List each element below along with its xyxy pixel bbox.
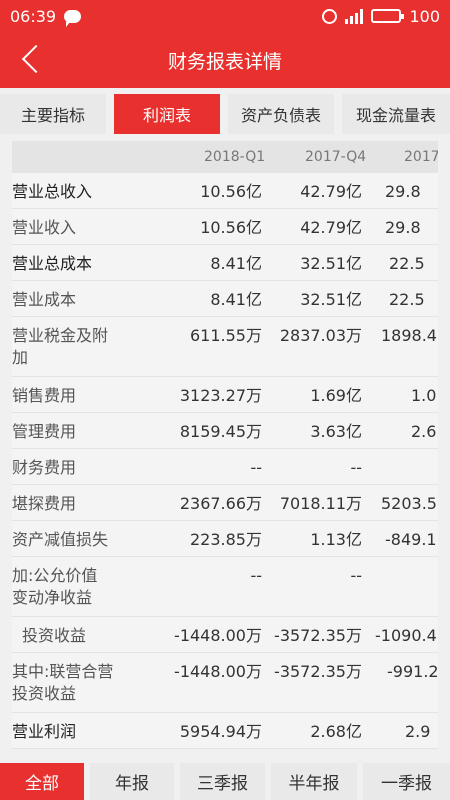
cell-value: 5954.94万	[179, 722, 262, 741]
row-label: 营业总收入	[12, 182, 93, 201]
filter-half-year[interactable]: 半年报	[271, 763, 357, 800]
page-title: 财务报表详情	[167, 50, 282, 73]
cell-value: -1448.00万	[174, 662, 262, 681]
cell-value: --	[350, 566, 362, 585]
tab-income-statement[interactable]: 利润表	[114, 94, 221, 134]
cell-value: -1448.00万	[174, 626, 262, 645]
cell-value: 42.79亿	[300, 218, 362, 237]
cell-value: 10.56亿	[200, 218, 262, 237]
cell-value: 1898.4	[381, 326, 437, 345]
cell-value: --	[350, 458, 362, 477]
status-right: 100	[322, 7, 440, 26]
table-row: 销售费用 3123.27万 1.69亿 1.0	[12, 377, 438, 413]
table-row: 营业收入 10.56亿 42.79亿 29.8	[12, 209, 438, 245]
cell-value: -849.1	[385, 530, 437, 549]
report-tabs: 主要指标 利润表 资产负债表 现金流量表	[0, 94, 450, 134]
tab-balance-sheet[interactable]: 资产负债表	[228, 94, 335, 134]
battery-icon	[371, 9, 405, 23]
status-bar: 06:39 100	[0, 0, 450, 32]
row-label: 其中:联营合营投资收益	[12, 662, 114, 703]
cell-value: -3572.35万	[274, 626, 362, 645]
cell-value: --	[250, 458, 262, 477]
cell-value: 223.85万	[190, 530, 262, 549]
row-label: 营业总成本	[12, 254, 93, 273]
filter-q3[interactable]: 三季报	[180, 763, 265, 800]
cell-value: 8.41亿	[210, 290, 262, 309]
filter-q1[interactable]: 一季报	[363, 763, 450, 800]
cell-value: 22.5	[389, 290, 425, 309]
cell-value: 2837.03万	[279, 326, 362, 345]
cell-value: 2.6	[411, 422, 437, 441]
row-label: 加:公允价值变动净收益	[12, 566, 98, 607]
table-row: 资产减值损失 223.85万 1.13亿 -849.1	[12, 521, 438, 557]
cell-value: -1090.4	[375, 626, 437, 645]
signal-icon	[345, 8, 364, 24]
app-bar: 财务报表详情	[0, 32, 450, 88]
filter-annual[interactable]: 年报	[90, 763, 174, 800]
cell-value: 1.0	[411, 386, 437, 405]
table-row: 营业总收入 10.56亿 42.79亿 29.8	[12, 173, 438, 209]
cell-value: 1.69亿	[310, 386, 362, 405]
tab-cash-flow[interactable]: 现金流量表	[342, 94, 450, 134]
cell-value: 3.63亿	[310, 422, 362, 441]
back-icon[interactable]	[21, 44, 51, 74]
cell-value: 8.41亿	[210, 254, 262, 273]
cell-value: 2.9	[405, 722, 431, 741]
battery-level: 100	[409, 6, 440, 26]
cell-value: 32.51亿	[300, 290, 362, 309]
table-row: 营业总成本 8.41亿 32.51亿 22.5	[12, 245, 438, 281]
cell-value: 10.56亿	[200, 182, 262, 201]
table-row: 营业税金及附加 611.55万 2837.03万 1898.4	[12, 317, 438, 377]
cell-value: 7018.11万	[279, 494, 362, 513]
cell-value: 611.55万	[190, 326, 262, 345]
period-header: 2017-Q4	[305, 149, 367, 165]
income-table[interactable]: 2018-Q1 2017-Q4 2017 营业总收入 10.56亿 42.79亿…	[12, 141, 438, 749]
table-row: 其中:联营合营投资收益 -1448.00万 -3572.35万 -991.2	[12, 653, 438, 713]
row-label: 销售费用	[12, 386, 77, 405]
table-header: 2018-Q1 2017-Q4 2017	[12, 141, 438, 173]
table-row: 堪探费用 2367.66万 7018.11万 5203.5	[12, 485, 438, 521]
cell-value: 3123.27万	[179, 386, 262, 405]
cell-value: -991.2	[387, 662, 438, 681]
row-label: 营业利润	[12, 722, 77, 741]
table-row: 营业利润 5954.94万 2.68亿 2.9	[12, 713, 438, 749]
period-filter: 全部 年报 三季报 半年报 一季报	[0, 763, 450, 800]
period-header: 2018-Q1	[204, 149, 266, 165]
cell-value: 1.13亿	[310, 530, 362, 549]
cell-value: 8159.45万	[179, 422, 262, 441]
cell-value: 2.68亿	[310, 722, 362, 741]
row-label: 营业收入	[12, 218, 77, 237]
table-row: 管理费用 8159.45万 3.63亿 2.6	[12, 413, 438, 449]
cell-value: 42.79亿	[300, 182, 362, 201]
cell-value: --	[250, 566, 262, 585]
row-label: 投资收益	[22, 626, 87, 645]
filter-all[interactable]: 全部	[0, 763, 84, 800]
row-label: 营业税金及附加	[12, 326, 109, 367]
cell-value: 2367.66万	[179, 494, 262, 513]
table-row: 营业成本 8.41亿 32.51亿 22.5	[12, 281, 438, 317]
row-label: 营业成本	[12, 290, 77, 309]
period-header: 2017	[404, 149, 438, 165]
row-label: 财务费用	[12, 458, 77, 477]
row-label: 管理费用	[12, 422, 77, 441]
tab-main-indicators[interactable]: 主要指标	[0, 94, 107, 134]
cell-value: 29.8	[385, 218, 421, 237]
cell-value: -3572.35万	[274, 662, 362, 681]
table-row: 投资收益 -1448.00万 -3572.35万 -1090.4	[12, 617, 438, 653]
table-row: 财务费用 -- --	[12, 449, 438, 485]
cell-value: 29.8	[385, 182, 421, 201]
cell-value: 5203.5	[381, 494, 437, 513]
cell-value: 32.51亿	[300, 254, 362, 273]
cell-value: 22.5	[389, 254, 425, 273]
message-icon	[64, 9, 82, 27]
alarm-icon	[322, 8, 338, 24]
row-label: 资产减值损失	[12, 530, 109, 549]
status-time: 06:39	[10, 6, 57, 26]
row-label: 堪探费用	[12, 494, 77, 513]
table-row: 加:公允价值变动净收益 -- --	[12, 557, 438, 617]
